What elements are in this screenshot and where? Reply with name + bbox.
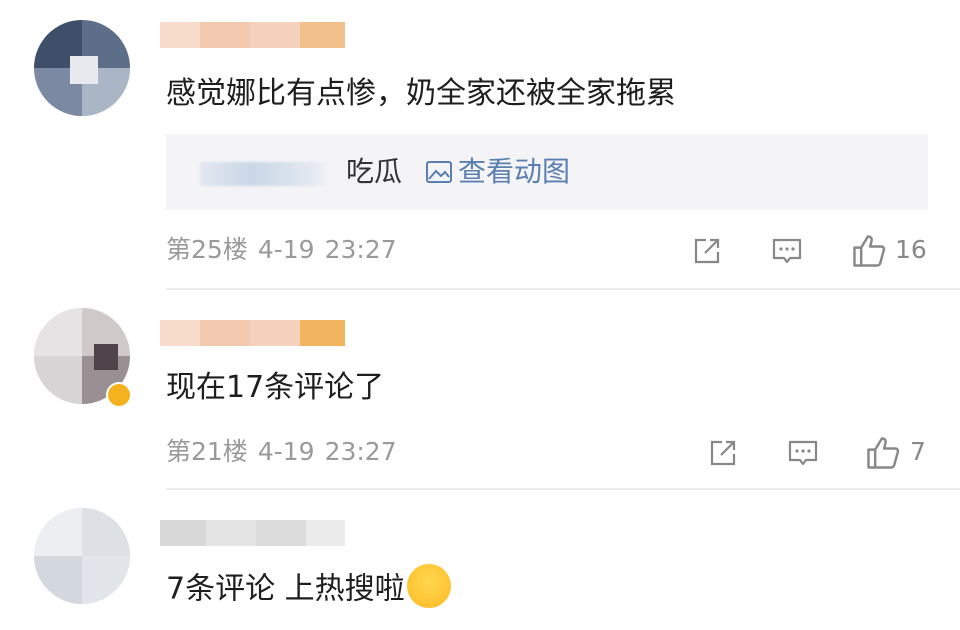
comment-date: 4-19 — [257, 437, 315, 466]
comment-icon[interactable] — [770, 234, 804, 268]
like-count: 7 — [910, 437, 926, 466]
hugging-face-emoji — [406, 564, 451, 608]
comment-text: 现在17条评论了 — [166, 370, 385, 405]
view-gif-link[interactable]: 查看动图 — [424, 152, 570, 192]
username-blurred[interactable] — [160, 320, 345, 346]
comment-meta: 第21楼 4-19 23:27 — [166, 436, 407, 468]
view-gif-label: 查看动图 — [458, 155, 571, 188]
comment-time: 23:27 — [324, 235, 397, 264]
comment-time: 23:27 — [324, 437, 397, 466]
quote-username-blurred[interactable] — [200, 162, 330, 186]
comment-text: 感觉娜比有点惨，奶全家还被全家拖累 — [166, 76, 676, 111]
comment-meta: 第25楼 4-19 23:27 — [166, 234, 407, 266]
comment-text: 7条评论 上热搜啦 — [166, 564, 451, 612]
comment-item: 7条评论 上热搜啦 — [0, 490, 960, 630]
comment-text-content: 7条评论 上热搜啦 — [166, 571, 405, 607]
floor-number: 第25楼 — [166, 235, 248, 264]
comment-date: 4-19 — [257, 235, 315, 264]
image-icon — [426, 161, 452, 183]
username-blurred[interactable] — [160, 22, 345, 48]
quote-text: 吃瓜 — [346, 155, 403, 188]
like-count: 16 — [895, 235, 927, 264]
thumbs-up-icon[interactable] — [850, 232, 888, 270]
comment-item: 现在17条评论了 第21楼 4-19 23:27 7 — [0, 290, 960, 490]
avatar[interactable] — [34, 20, 130, 116]
avatar[interactable] — [34, 508, 130, 604]
comment-item: 感觉娜比有点惨，奶全家还被全家拖累 吃瓜 查看动图 第25楼 4-19 23:2… — [0, 0, 960, 290]
username-blurred[interactable] — [160, 520, 345, 546]
thumbs-up-icon[interactable] — [864, 434, 902, 472]
verified-badge — [106, 382, 132, 408]
share-icon[interactable] — [706, 436, 740, 470]
comment-icon[interactable] — [786, 436, 820, 470]
quoted-reply[interactable]: 吃瓜 查看动图 — [166, 134, 928, 210]
floor-number: 第21楼 — [166, 437, 248, 466]
share-icon[interactable] — [690, 234, 724, 268]
